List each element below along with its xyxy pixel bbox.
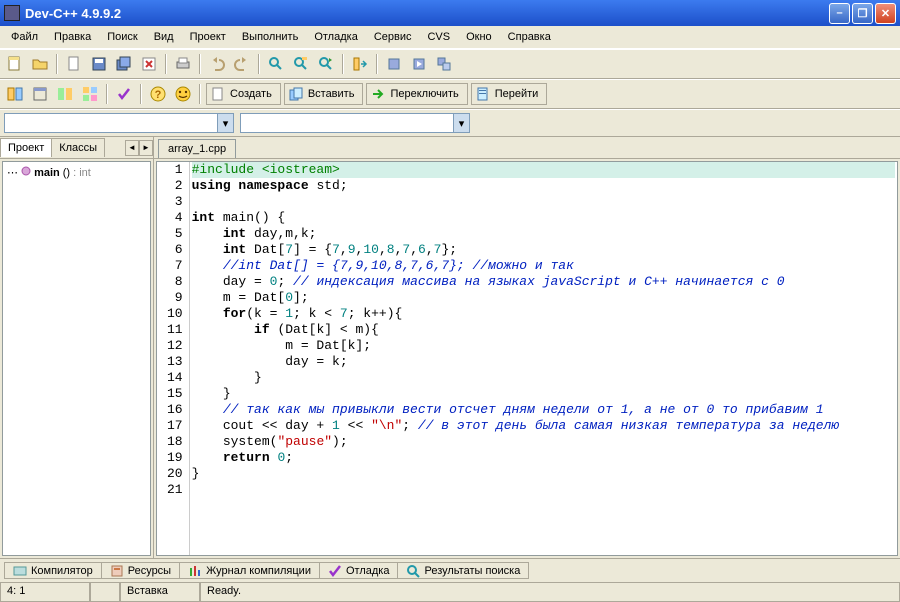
combo-left[interactable]: ▾ xyxy=(4,113,234,133)
status-mode: Вставка xyxy=(120,583,200,602)
menu-Сервис[interactable]: Сервис xyxy=(367,29,419,45)
new-icon[interactable] xyxy=(4,53,26,75)
combo-row: ▾ ▾ xyxy=(0,109,900,137)
switch-button[interactable]: Переключить xyxy=(366,83,467,105)
status-blank xyxy=(90,583,120,602)
sidebar-tab-project[interactable]: Проект xyxy=(0,138,52,157)
find-icon[interactable] xyxy=(265,53,287,75)
compile-icon[interactable] xyxy=(383,53,405,75)
file-tab[interactable]: array_1.cpp xyxy=(158,139,236,158)
tree-node-main[interactable]: ⋯ main(): int xyxy=(7,166,146,179)
toolbar-secondary: ? Создать Вставить Переключить Перейти xyxy=(0,79,900,109)
win3-icon[interactable] xyxy=(54,83,76,105)
status-message: Ready. xyxy=(200,583,900,602)
svg-text:?: ? xyxy=(155,89,162,101)
menu-Файл[interactable]: Файл xyxy=(4,29,45,45)
code-editor[interactable]: 123456789101112131415161718192021 #inclu… xyxy=(156,161,898,556)
close-button[interactable]: ✕ xyxy=(875,3,896,24)
function-icon: ⋯ xyxy=(7,166,31,179)
titlebar: Dev-C++ 4.9.9.2 – ❐ ✕ xyxy=(0,0,900,26)
statusbar: 4: 1 Вставка Ready. xyxy=(0,582,900,602)
insert-button[interactable]: Вставить xyxy=(284,83,364,105)
help-icon[interactable]: ? xyxy=(147,83,169,105)
bottom-tab-2[interactable]: Журнал компиляции xyxy=(179,562,320,579)
close-doc-icon[interactable] xyxy=(138,53,160,75)
status-position: 4: 1 xyxy=(0,583,90,602)
menu-Окно[interactable]: Окно xyxy=(459,29,499,45)
bottom-tab-4[interactable]: Результаты поиска xyxy=(397,562,529,579)
file-tabs: array_1.cpp xyxy=(154,137,900,159)
check-icon[interactable] xyxy=(113,83,135,105)
save-all-icon[interactable] xyxy=(113,53,135,75)
app-icon xyxy=(4,5,20,21)
menu-Правка[interactable]: Правка xyxy=(47,29,98,45)
menubar: ФайлПравкаПоискВидПроектВыполнитьОтладка… xyxy=(0,26,900,49)
tab-icon xyxy=(406,564,420,578)
maximize-button[interactable]: ❐ xyxy=(852,3,873,24)
menu-Вид[interactable]: Вид xyxy=(147,29,181,45)
blank-doc-icon[interactable] xyxy=(63,53,85,75)
bottom-tab-0[interactable]: Компилятор xyxy=(4,562,102,579)
save-icon[interactable] xyxy=(88,53,110,75)
sidebar: Проект Классы ◄ ► ⋯ main(): int xyxy=(0,137,154,558)
bottom-tab-1[interactable]: Ресурсы xyxy=(101,562,180,579)
tab-scroll-left-icon[interactable]: ◄ xyxy=(125,140,139,156)
menu-Отладка[interactable]: Отладка xyxy=(307,29,364,45)
find-next-icon[interactable] xyxy=(315,53,337,75)
tab-scroll-right-icon[interactable]: ► xyxy=(139,140,153,156)
sidebar-tab-classes[interactable]: Классы xyxy=(51,138,105,157)
about-icon[interactable] xyxy=(172,83,194,105)
undo-icon[interactable] xyxy=(206,53,228,75)
redo-icon[interactable] xyxy=(231,53,253,75)
win2-icon[interactable] xyxy=(29,83,51,105)
tab-icon xyxy=(13,564,27,578)
menu-CVS[interactable]: CVS xyxy=(420,29,457,45)
goto-button[interactable]: Перейти xyxy=(471,83,548,105)
replace-icon[interactable] xyxy=(290,53,312,75)
tab-icon xyxy=(110,564,124,578)
line-gutter: 123456789101112131415161718192021 xyxy=(157,162,190,555)
tab-icon xyxy=(328,564,342,578)
code-content[interactable]: #include <iostream>using namespace std;i… xyxy=(190,162,897,555)
bottom-tabs: КомпиляторРесурсыЖурнал компиляцииОтладк… xyxy=(0,558,900,582)
toolbar-main xyxy=(0,49,900,79)
tab-icon xyxy=(188,564,202,578)
goto-line-icon[interactable] xyxy=(349,53,371,75)
menu-Выполнить[interactable]: Выполнить xyxy=(235,29,305,45)
menu-Справка[interactable]: Справка xyxy=(501,29,558,45)
chevron-down-icon[interactable]: ▾ xyxy=(453,114,469,132)
bottom-tab-3[interactable]: Отладка xyxy=(319,562,398,579)
project-tree[interactable]: ⋯ main(): int xyxy=(2,161,151,556)
create-button[interactable]: Создать xyxy=(206,83,281,105)
minimize-button[interactable]: – xyxy=(829,3,850,24)
run-icon[interactable] xyxy=(408,53,430,75)
chevron-down-icon[interactable]: ▾ xyxy=(217,114,233,132)
window-title: Dev-C++ 4.9.9.2 xyxy=(25,6,829,21)
menu-Проект[interactable]: Проект xyxy=(183,29,233,45)
win1-icon[interactable] xyxy=(4,83,26,105)
win4-icon[interactable] xyxy=(79,83,101,105)
combo-right[interactable]: ▾ xyxy=(240,113,470,133)
open-icon[interactable] xyxy=(29,53,51,75)
print-icon[interactable] xyxy=(172,53,194,75)
compile-run-icon[interactable] xyxy=(433,53,455,75)
menu-Поиск[interactable]: Поиск xyxy=(100,29,144,45)
